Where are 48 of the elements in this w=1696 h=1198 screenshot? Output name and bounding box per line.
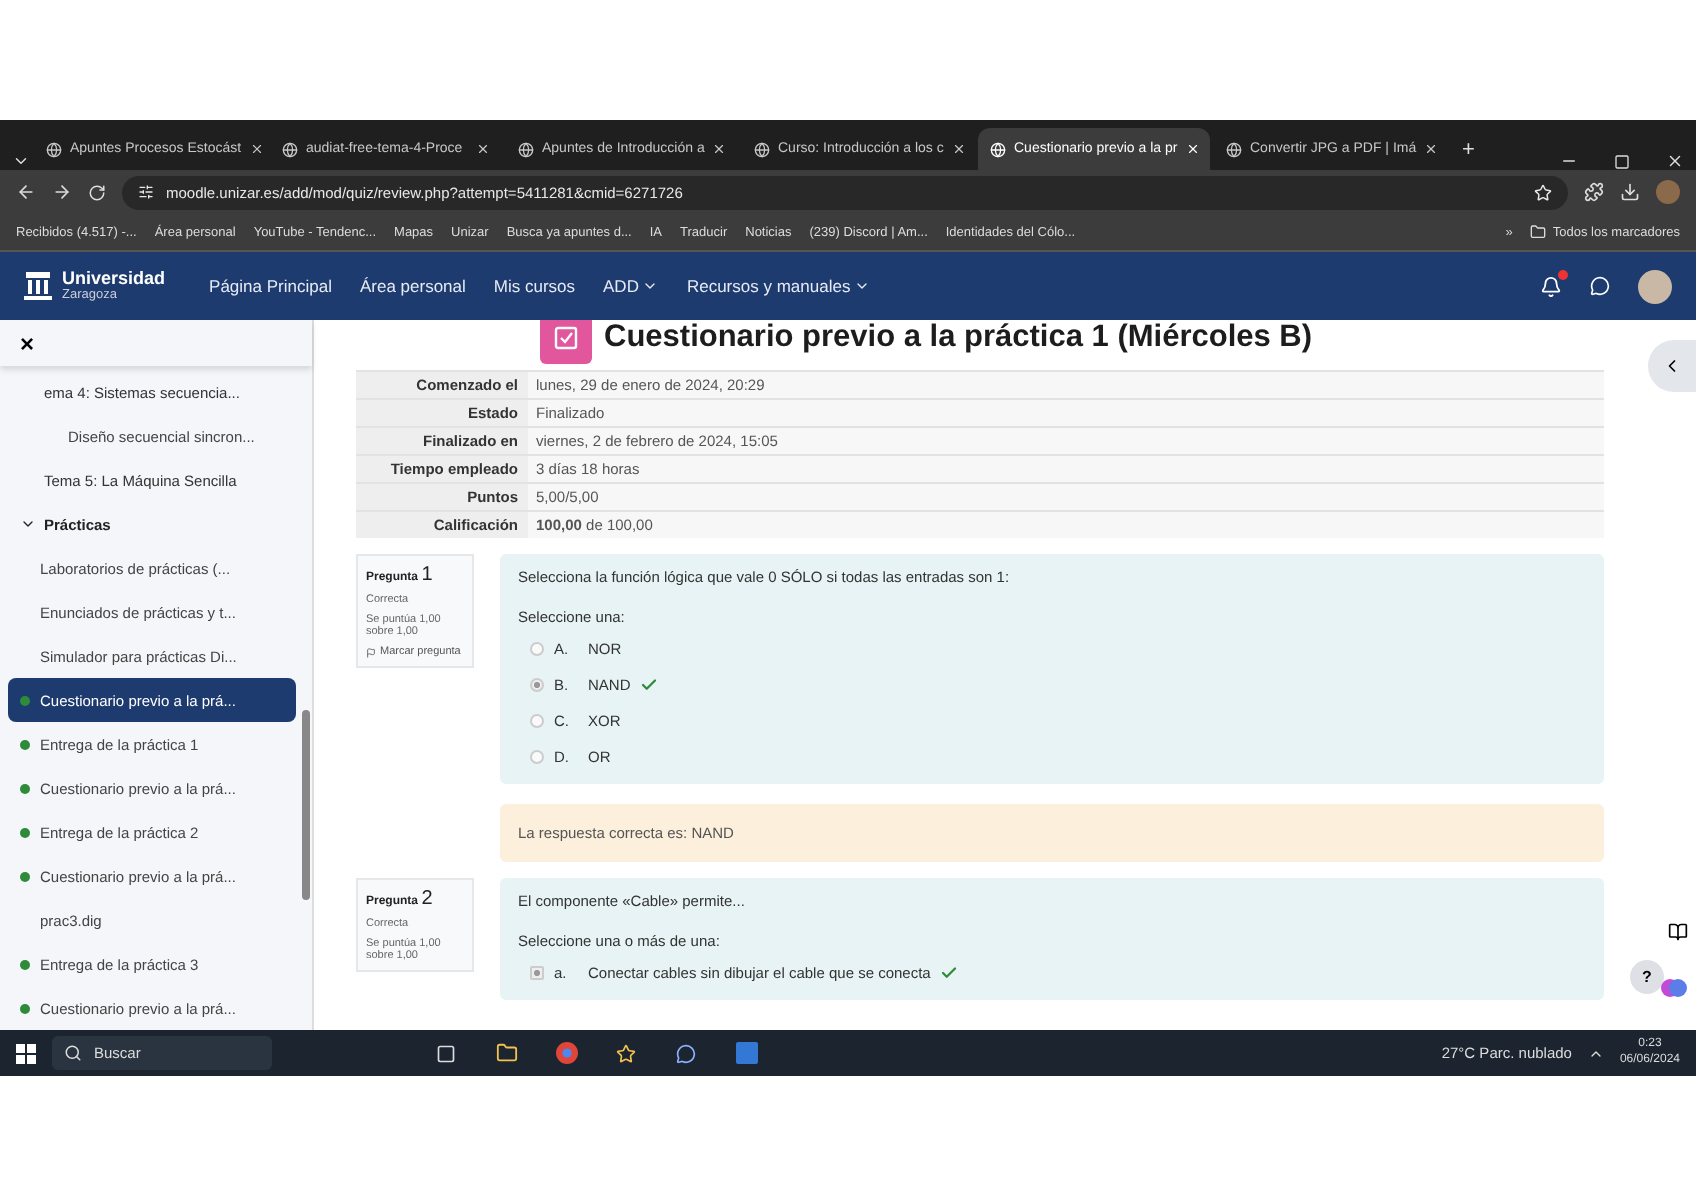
radio-button[interactable] [530, 749, 544, 763]
flag-icon [366, 646, 376, 658]
notification-bell-icon[interactable] [1540, 275, 1562, 297]
search-icon [64, 1044, 82, 1062]
close-icon[interactable] [476, 142, 490, 156]
radio-button[interactable] [530, 677, 544, 691]
page-icon [990, 141, 1006, 157]
quiz-icon [540, 320, 592, 364]
folder-icon [1530, 224, 1547, 240]
close-icon[interactable] [1666, 152, 1684, 170]
windows-start-icon[interactable] [16, 1043, 36, 1063]
back-icon[interactable] [16, 182, 36, 202]
radio-button[interactable] [530, 713, 544, 727]
user-avatar[interactable] [1638, 269, 1672, 303]
reload-icon[interactable] [88, 183, 106, 201]
page-title: Cuestionario previo a la práctica 1 (Miércoles B) [604, 320, 1313, 356]
nav-link[interactable]: ADD [603, 276, 659, 296]
page-icon [282, 141, 298, 157]
radio-button[interactable] [530, 641, 544, 655]
download-icon[interactable] [1620, 182, 1640, 202]
drawer-toggle-button[interactable] [1648, 340, 1696, 392]
nav-link[interactable]: Mis cursos [493, 276, 576, 296]
site-settings-icon [138, 184, 154, 200]
close-icon[interactable] [712, 142, 727, 156]
help-button[interactable]: ? [1630, 960, 1664, 994]
close-icon[interactable] [951, 142, 966, 156]
brand-name: Universidad [62, 269, 166, 288]
close-icon[interactable] [249, 142, 264, 156]
page-icon [46, 141, 62, 157]
extension-icon[interactable] [1584, 182, 1604, 202]
page-icon [754, 141, 770, 157]
checkbox[interactable] [530, 965, 544, 979]
maximize-icon[interactable] [1614, 154, 1630, 170]
nav-link[interactable]: Página Principal [209, 276, 332, 296]
star-icon[interactable] [1534, 183, 1552, 201]
chevron-down-icon [20, 516, 36, 532]
book-icon[interactable] [1668, 922, 1688, 942]
close-button[interactable]: × [20, 329, 35, 357]
page-icon [518, 141, 534, 157]
chat-icon[interactable] [1590, 276, 1610, 296]
forward-icon[interactable] [52, 182, 72, 202]
tab-list-icon[interactable] [12, 152, 30, 170]
nav-link[interactable]: Recursos y manuales [686, 276, 871, 296]
nav-link[interactable]: Área personal [359, 276, 466, 296]
university-logo-icon [24, 269, 52, 302]
new-tab-button[interactable]: + [1450, 128, 1487, 170]
close-icon[interactable] [1424, 142, 1439, 156]
page-icon [1226, 141, 1242, 157]
